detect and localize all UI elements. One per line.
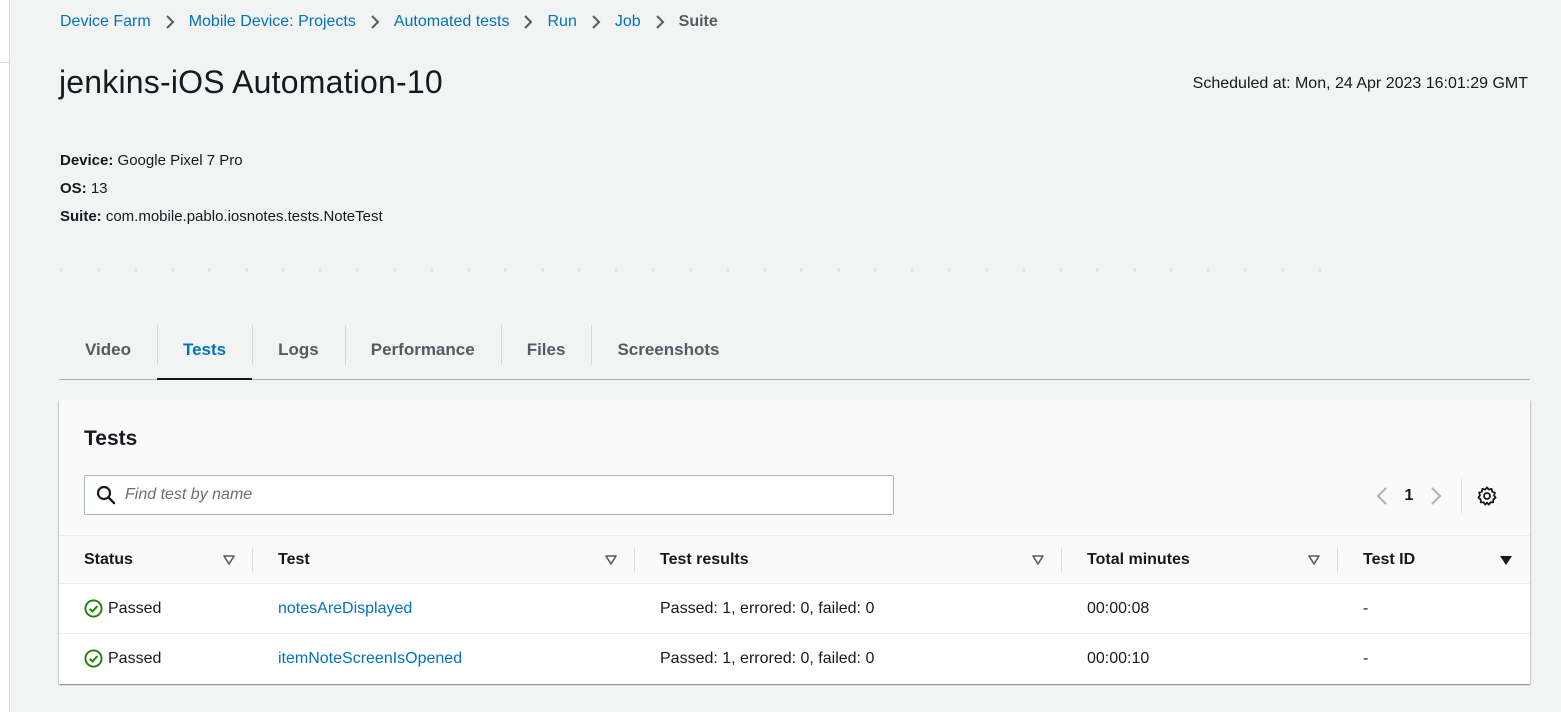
left-rail-notch xyxy=(0,62,10,63)
sort-icon[interactable] xyxy=(605,554,617,565)
column-header-label: Test ID xyxy=(1363,550,1416,568)
search-box xyxy=(84,475,894,515)
column-header-total-minutes[interactable]: Total minutes xyxy=(1062,535,1338,584)
total-minutes-cell: 00:00:10 xyxy=(1087,649,1150,667)
divider xyxy=(60,268,1340,272)
breadcrumb-automated-tests[interactable]: Automated tests xyxy=(394,13,510,31)
sort-icon[interactable] xyxy=(1308,554,1320,565)
suite-detail: Suite: com.mobile.pablo.iosnotes.tests.N… xyxy=(60,203,383,231)
suite-details: Device: Google Pixel 7 Pro OS: 13 Suite:… xyxy=(60,147,383,231)
table-row: Passed itemNoteScreenIsOpened Passed: 1,… xyxy=(59,634,1530,684)
column-header-label: Test results xyxy=(660,550,749,568)
chevron-right-icon xyxy=(523,14,533,30)
test-results-cell: Passed: 1, errored: 0, failed: 0 xyxy=(635,583,1062,634)
tab-files[interactable]: Files xyxy=(500,320,592,379)
column-header-test-id[interactable]: Test ID xyxy=(1338,535,1530,584)
table-header-row: Status Test Test results Total minutes T… xyxy=(59,535,1530,584)
test-results-cell: Passed: 1, errored: 0, failed: 0 xyxy=(660,649,875,667)
scheduled-time: Scheduled at: Mon, 24 Apr 2023 16:01:29 … xyxy=(1192,75,1528,92)
tab-screenshots[interactable]: Screenshots xyxy=(591,320,745,379)
tab-logs[interactable]: Logs xyxy=(252,320,345,379)
breadcrumb: Device Farm Mobile Device: Projects Auto… xyxy=(60,12,718,32)
tab-video[interactable]: Video xyxy=(59,320,157,379)
left-navigation-rail xyxy=(0,0,10,712)
gear-icon[interactable] xyxy=(1470,479,1504,513)
test-name-link[interactable]: notesAreDisplayed xyxy=(278,600,412,617)
sort-descending-icon[interactable] xyxy=(1500,555,1512,565)
column-header-label: Status xyxy=(84,550,133,568)
tests-panel: Tests 1 Status xyxy=(59,400,1530,684)
status-text: Passed xyxy=(108,649,162,667)
chevron-left-icon[interactable] xyxy=(1365,479,1399,513)
device-label: Device: xyxy=(60,152,114,169)
test-name-cell: notesAreDisplayed xyxy=(253,583,635,634)
sort-icon[interactable] xyxy=(223,554,235,565)
breadcrumb-current-suite: Suite xyxy=(678,13,718,30)
check-circle-icon xyxy=(84,649,103,668)
os-label: OS: xyxy=(60,180,87,197)
test-name-cell: itemNoteScreenIsOpened xyxy=(253,634,635,684)
column-header-status[interactable]: Status xyxy=(59,535,253,584)
os-detail: OS: 13 xyxy=(60,175,383,203)
panel-header: Tests 1 xyxy=(59,400,1530,535)
status-cell: Passed xyxy=(59,583,253,634)
panel-title: Tests xyxy=(84,427,138,450)
chevron-right-icon xyxy=(655,14,665,30)
tab-performance[interactable]: Performance xyxy=(344,320,501,379)
tab-tests[interactable]: Tests xyxy=(156,320,253,380)
current-page-number[interactable]: 1 xyxy=(1399,487,1419,505)
breadcrumb-job[interactable]: Job xyxy=(615,13,641,31)
chevron-right-icon xyxy=(165,14,175,30)
tab-bar: Video Tests Logs Performance Files Scree… xyxy=(59,320,1530,380)
device-detail: Device: Google Pixel 7 Pro xyxy=(60,147,383,175)
chevron-right-icon xyxy=(591,14,601,30)
page-title: jenkins-iOS Automation-10 xyxy=(59,64,443,100)
breadcrumb-projects[interactable]: Mobile Device: Projects xyxy=(189,13,356,31)
chevron-right-icon xyxy=(370,14,380,30)
sort-icon[interactable] xyxy=(1032,554,1044,565)
test-name-link[interactable]: itemNoteScreenIsOpened xyxy=(278,650,462,667)
column-header-test[interactable]: Test xyxy=(253,535,635,584)
test-id-cell: - xyxy=(1363,649,1369,667)
pager-divider xyxy=(1461,479,1462,513)
status-text: Passed xyxy=(108,599,162,617)
check-circle-icon xyxy=(84,599,103,618)
test-id-cell: - xyxy=(1338,583,1530,634)
status-cell: Passed xyxy=(59,634,253,684)
tests-table: Status Test Test results Total minutes T… xyxy=(59,535,1530,684)
breadcrumb-device-farm[interactable]: Device Farm xyxy=(60,13,151,31)
column-header-label: Test xyxy=(278,550,310,568)
search-input[interactable] xyxy=(125,486,885,504)
chevron-right-icon[interactable] xyxy=(1419,479,1453,513)
device-value: Google Pixel 7 Pro xyxy=(117,152,243,169)
pagination: 1 xyxy=(1365,478,1504,514)
search-icon xyxy=(96,485,116,505)
total-minutes-cell: 00:00:08 xyxy=(1062,583,1338,634)
suite-value: com.mobile.pablo.iosnotes.tests.NoteTest xyxy=(105,208,383,225)
breadcrumb-run[interactable]: Run xyxy=(547,13,576,31)
suite-label: Suite: xyxy=(60,208,102,225)
os-value: 13 xyxy=(90,180,108,197)
column-header-label: Total minutes xyxy=(1087,550,1190,568)
column-header-test-results[interactable]: Test results xyxy=(635,535,1062,584)
table-row: Passed notesAreDisplayed Passed: 1, erro… xyxy=(59,583,1530,634)
